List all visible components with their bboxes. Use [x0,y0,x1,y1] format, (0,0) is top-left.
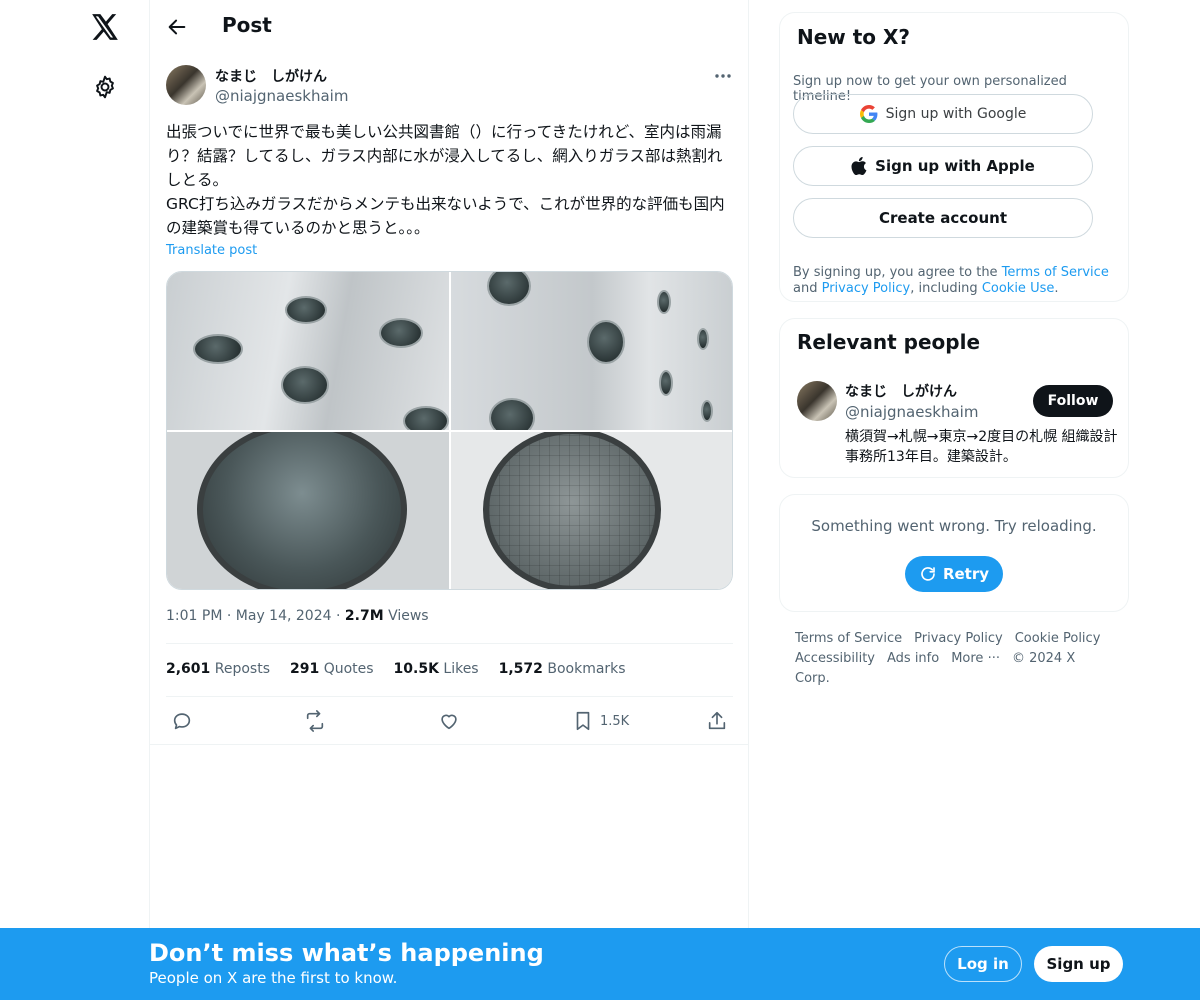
footer-ads[interactable]: Ads info [887,651,939,666]
tweet-photo-2[interactable] [451,272,732,430]
page-title: Post [222,13,272,37]
tweet-time[interactable]: 1:01 PM [166,608,222,624]
signup-apple-button[interactable]: Sign up with Apple [793,146,1093,186]
signup-google-label: Sign up with Google [885,106,1027,122]
retry-icon [921,567,935,581]
signup-card: New to X? Sign up now to get your own pe… [779,12,1129,302]
google-icon [859,105,878,123]
footer-links: Terms of Service Privacy Policy Cookie Pol… [795,629,1115,689]
error-card: Something went wrong. Try reloading. Ret… [779,494,1129,612]
people-avatar[interactable] [797,381,837,421]
tweet-photo-4[interactable] [451,432,732,589]
terms-link[interactable]: Terms of Service [1002,265,1109,280]
signup-button[interactable]: Sign up [1034,946,1123,982]
bookmarks-stat[interactable]: 1,572 Bookmarks [499,661,626,677]
signup-google-button[interactable]: Sign up with Google [793,94,1093,134]
signup-legal-text: By signing up, you agree to the Terms of… [793,265,1109,296]
more-icon[interactable] [712,66,734,86]
tweet-photo-3[interactable] [167,432,449,589]
tweet-text: 出張ついでに世界で最も美しい公共図書館（）に行ってきたけれど、室内は雨漏り？結露… [166,123,725,237]
tweet-date[interactable]: May 14, 2024 [236,608,332,624]
bookmark-count: 1.5K [600,713,630,729]
views-label: Views [388,608,429,624]
repost-button[interactable] [303,708,327,734]
divider [150,744,748,745]
author-name[interactable]: なまじ しがけん [215,66,327,86]
create-account-button[interactable]: Create account [793,198,1093,238]
translate-post-link[interactable]: Translate post [166,243,257,258]
repost-icon [306,710,324,732]
reposts-stat[interactable]: 2,601 Reposts [166,661,270,677]
bookmark-button[interactable]: 1.5K [572,708,629,734]
divider [166,696,733,697]
error-message: Something went wrong. Try reloading. [811,517,1097,535]
people-bio: 横須賀→札幌→東京→2度目の札幌 組織設計事務所13年目。建築設計。 [845,429,1118,465]
media-grid [166,271,733,590]
author-handle[interactable]: @niajgnaeskhaim [215,87,348,105]
share-button[interactable] [706,708,728,734]
divider [166,643,733,644]
likes-stat[interactable]: 10.5K Likes [394,661,479,677]
footer-terms[interactable]: Terms of Service [795,631,902,646]
bottom-bar-subtitle: People on X are the first to know. [149,969,398,987]
views-count: 2.7M [344,608,384,624]
main-column: Post なまじ しがけん @niajgnaeskhaim 出張ついでに世界で最… [149,0,749,1000]
meta-separator: · [335,608,345,624]
gear-icon[interactable] [92,74,118,100]
like-button[interactable] [438,708,460,734]
author-avatar[interactable] [166,65,206,105]
tweet-photo-1[interactable] [167,272,449,430]
retry-button[interactable]: Retry [905,556,1003,592]
bottom-bar-title: Don’t miss what’s happening [149,939,544,967]
signup-title: New to X? [797,25,911,49]
quotes-stat[interactable]: 291 Quotes [290,661,374,677]
left-rail [0,0,150,1000]
meta-separator: · [226,608,236,624]
x-logo-icon[interactable] [89,12,121,42]
footer-accessibility[interactable]: Accessibility [795,651,875,666]
bottom-signup-bar: Don’t miss what’s happening People on X … [0,928,1200,1000]
signup-apple-label: Sign up with Apple [875,157,1035,175]
relevant-people-card: Relevant people なまじ しがけん @niajgnaeskhaim… [779,318,1129,478]
footer-more[interactable]: More ··· [951,651,1000,666]
privacy-link[interactable]: Privacy Policy [822,281,911,296]
people-name[interactable]: なまじ しがけん [845,381,957,401]
reply-icon [173,713,191,730]
cookie-use-link[interactable]: Cookie Use [982,281,1055,296]
relevant-people-title: Relevant people [797,330,981,354]
post-header: Post [150,0,748,54]
share-icon [708,711,726,730]
login-button[interactable]: Log in [944,946,1022,982]
tweet-actions: 1.5K [166,708,733,734]
footer-privacy[interactable]: Privacy Policy [914,631,1003,646]
bookmark-icon [576,711,590,731]
follow-button[interactable]: Follow [1033,385,1113,417]
apple-icon [851,157,867,175]
retry-label: Retry [942,565,990,583]
back-arrow-icon[interactable] [166,16,188,38]
people-handle[interactable]: @niajgnaeskhaim [845,403,978,421]
tweet-stats: 2,601 Reposts 291 Quotes 10.5K Likes 1,5… [166,661,626,677]
like-icon [441,714,457,730]
tweet-meta: 1:01 PM · May 14, 2024 · 2.7M Views [166,608,429,624]
reply-button[interactable] [171,708,193,734]
footer-cookie[interactable]: Cookie Policy [1015,631,1101,646]
